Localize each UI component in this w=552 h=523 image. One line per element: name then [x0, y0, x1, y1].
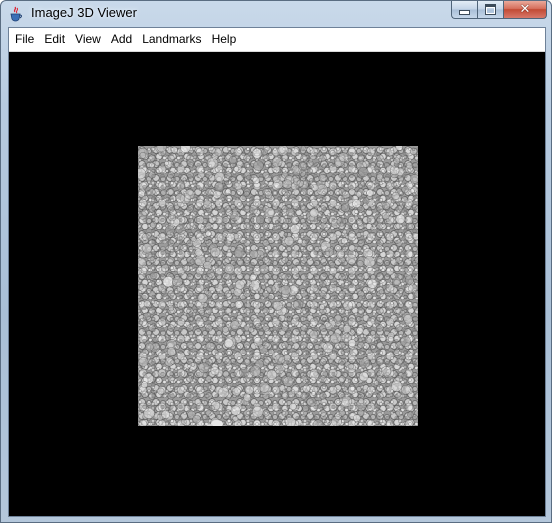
menu-view[interactable]: View [70, 28, 106, 51]
minimize-button[interactable] [451, 1, 477, 19]
title-bar[interactable]: ImageJ 3D Viewer ✕ [1, 1, 551, 27]
menu-bar: File Edit View Add Landmarks Help [9, 28, 545, 52]
menu-file[interactable]: File [9, 28, 39, 51]
caption-buttons: ✕ [451, 1, 547, 19]
close-button[interactable]: ✕ [503, 1, 547, 19]
menu-edit[interactable]: Edit [39, 28, 70, 51]
3d-viewport[interactable] [9, 52, 545, 516]
minimize-icon [459, 10, 470, 15]
menu-landmarks[interactable]: Landmarks [137, 28, 206, 51]
volume-rendering[interactable] [138, 146, 418, 426]
client-area: File Edit View Add Landmarks Help [8, 27, 546, 517]
maximize-button[interactable] [477, 1, 503, 19]
menu-help[interactable]: Help [207, 28, 242, 51]
granular-texture [138, 146, 418, 426]
java-cup-icon [9, 6, 23, 22]
close-icon: ✕ [519, 2, 531, 17]
viewer-window: ImageJ 3D Viewer ✕ File Edit View Add La… [0, 0, 552, 523]
window-title: ImageJ 3D Viewer [31, 5, 137, 20]
maximize-icon [485, 4, 496, 15]
menu-add[interactable]: Add [106, 28, 137, 51]
